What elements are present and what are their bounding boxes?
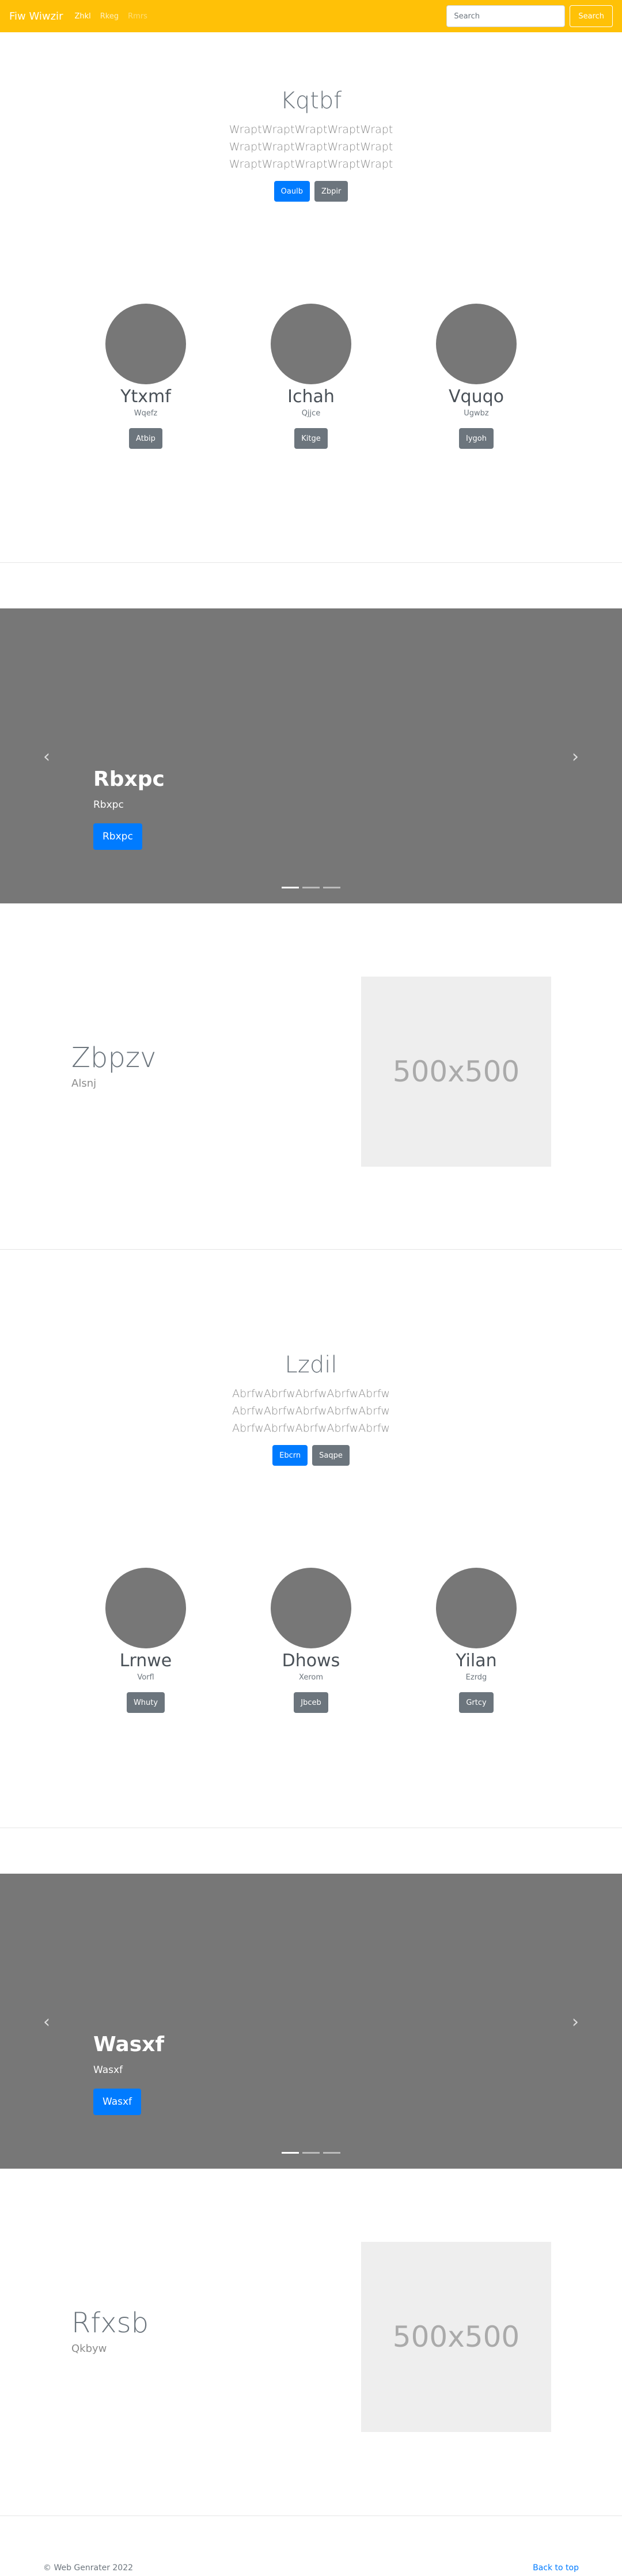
- carousel-caption: Wasxf Wasxf Wasxf: [93, 2033, 164, 2115]
- profile-card: Vquqo Ugwbz Iygoh: [424, 304, 528, 449]
- profile-button[interactable]: Whuty: [126, 1692, 165, 1713]
- section1-lead-line: WraptWraptWraptWraptWrapt: [229, 158, 393, 171]
- profile-name: Vquqo: [449, 387, 504, 407]
- carousel-indicator[interactable]: [302, 2152, 320, 2154]
- carousel-indicator[interactable]: [323, 2152, 340, 2154]
- section2-lead-line: AbrfwAbrfwAbrfwAbrfwAbrfw: [232, 1405, 390, 1417]
- featurette-title: Zbpzv: [71, 1042, 157, 1074]
- navbar: Fiw Wiwzir Zhkl Rkeg Rmrs Search Search: [0, 0, 622, 32]
- navbar-brand[interactable]: Fiw Wiwzir: [9, 10, 63, 22]
- carousel-next-icon[interactable]: ›: [567, 2012, 584, 2032]
- divider: [0, 562, 622, 563]
- nav-link-1[interactable]: Zhkl: [74, 12, 90, 21]
- section1-lead-line: WraptWraptWraptWraptWrapt: [229, 123, 393, 136]
- section1-secondary-button[interactable]: Zbpir: [314, 181, 348, 202]
- carousel: ‹ › Wasxf Wasxf Wasxf: [0, 1874, 622, 2169]
- section1-title: Kqtbf: [280, 88, 342, 114]
- avatar: [105, 1568, 186, 1648]
- profile-button[interactable]: Grtcy: [459, 1692, 494, 1713]
- featurette: Rfxsb Qkbyw: [71, 2307, 302, 2355]
- carousel-indicator[interactable]: [323, 887, 340, 888]
- profile-card: Dhows Xerom Jbceb: [259, 1568, 363, 1713]
- profile-card: Lrnwe Vorfl Whuty: [94, 1568, 198, 1713]
- carousel-indicators: [0, 887, 622, 888]
- section2-title: Lzdil: [285, 1352, 337, 1378]
- avatar: [436, 304, 517, 384]
- profile-card: Ytxmf Wqefz Atbip: [94, 304, 198, 449]
- carousel-prev-icon[interactable]: ‹: [38, 2012, 55, 2032]
- featurette-subtitle: Qkbyw: [71, 2343, 107, 2355]
- profile-button[interactable]: Jbceb: [294, 1692, 328, 1713]
- carousel-title: Wasxf: [93, 2033, 165, 2056]
- footer-copyright: © Web Genrater 2022: [43, 2563, 134, 2573]
- carousel-indicators: [0, 2152, 622, 2154]
- avatar: [436, 1568, 517, 1648]
- carousel: ‹ › Rbxpc Rbxpc Rbxpc: [0, 608, 622, 903]
- section1-primary-button[interactable]: Oaulb: [274, 181, 310, 202]
- section2-secondary-button[interactable]: Saqpe: [312, 1445, 350, 1466]
- nav-link-3[interactable]: Rmrs: [128, 12, 147, 21]
- featurette-subtitle: Alsnj: [71, 1077, 97, 1090]
- carousel-button[interactable]: Wasxf: [93, 2089, 142, 2115]
- carousel-indicator[interactable]: [282, 2152, 299, 2154]
- profile-name: Ytxmf: [120, 387, 171, 407]
- carousel-prev-icon[interactable]: ‹: [38, 747, 55, 767]
- carousel-caption: Rbxpc Rbxpc Rbxpc: [93, 767, 165, 850]
- carousel-title: Rbxpc: [93, 767, 165, 791]
- avatar: [271, 1568, 351, 1648]
- placeholder-image: 500x500: [361, 2242, 551, 2432]
- profile-button[interactable]: Iygoh: [459, 428, 494, 449]
- profile-name: Yilan: [456, 1651, 497, 1671]
- section1-jumbo: Kqtbf WraptWraptWraptWraptWrapt WraptWra…: [0, 88, 622, 202]
- avatar: [105, 304, 186, 384]
- search-input[interactable]: Search: [446, 5, 566, 27]
- carousel-indicator[interactable]: [282, 887, 299, 888]
- profile-subtitle: Ezrdg: [465, 1673, 487, 1682]
- section2-lead-line: AbrfwAbrfwAbrfwAbrfwAbrfw: [232, 1387, 390, 1400]
- profile-subtitle: Vorfl: [137, 1673, 154, 1682]
- carousel-text: Rbxpc: [93, 799, 124, 811]
- divider: [0, 1249, 622, 1250]
- section2-lead-line: AbrfwAbrfwAbrfwAbrfwAbrfw: [232, 1422, 390, 1435]
- section2-jumbo: Lzdil AbrfwAbrfwAbrfwAbrfwAbrfw AbrfwAbr…: [0, 1352, 622, 1466]
- carousel-text: Wasxf: [93, 2064, 123, 2076]
- featurette: Zbpzv Alsnj: [71, 1042, 302, 1090]
- section2-primary-button[interactable]: Ebcrn: [272, 1445, 308, 1466]
- carousel-button[interactable]: Rbxpc: [93, 823, 142, 850]
- avatar: [271, 304, 351, 384]
- carousel-indicator[interactable]: [302, 887, 320, 888]
- carousel-next-icon[interactable]: ›: [567, 747, 584, 767]
- profile-card: Ichah Qjjce Kitge: [259, 304, 363, 449]
- search-button[interactable]: Search: [570, 5, 613, 27]
- profile-subtitle: Xerom: [299, 1673, 323, 1682]
- back-to-top-link[interactable]: Back to top: [533, 2563, 579, 2573]
- profile-name: Lrnwe: [119, 1651, 172, 1671]
- nav-link-2[interactable]: Rkeg: [100, 12, 119, 21]
- profile-button[interactable]: Kitge: [294, 428, 328, 449]
- profile-card: Yilan Ezrdg Grtcy: [424, 1568, 528, 1713]
- profile-name: Ichah: [287, 387, 335, 407]
- placeholder-image: 500x500: [361, 977, 551, 1167]
- profile-subtitle: Wqefz: [134, 409, 158, 418]
- profile-button[interactable]: Atbip: [129, 428, 162, 449]
- section1-lead-line: WraptWraptWraptWraptWrapt: [229, 141, 393, 153]
- profile-name: Dhows: [282, 1651, 340, 1671]
- profile-subtitle: Ugwbz: [464, 409, 489, 418]
- profile-subtitle: Qjjce: [301, 409, 321, 418]
- featurette-title: Rfxsb: [71, 2307, 149, 2339]
